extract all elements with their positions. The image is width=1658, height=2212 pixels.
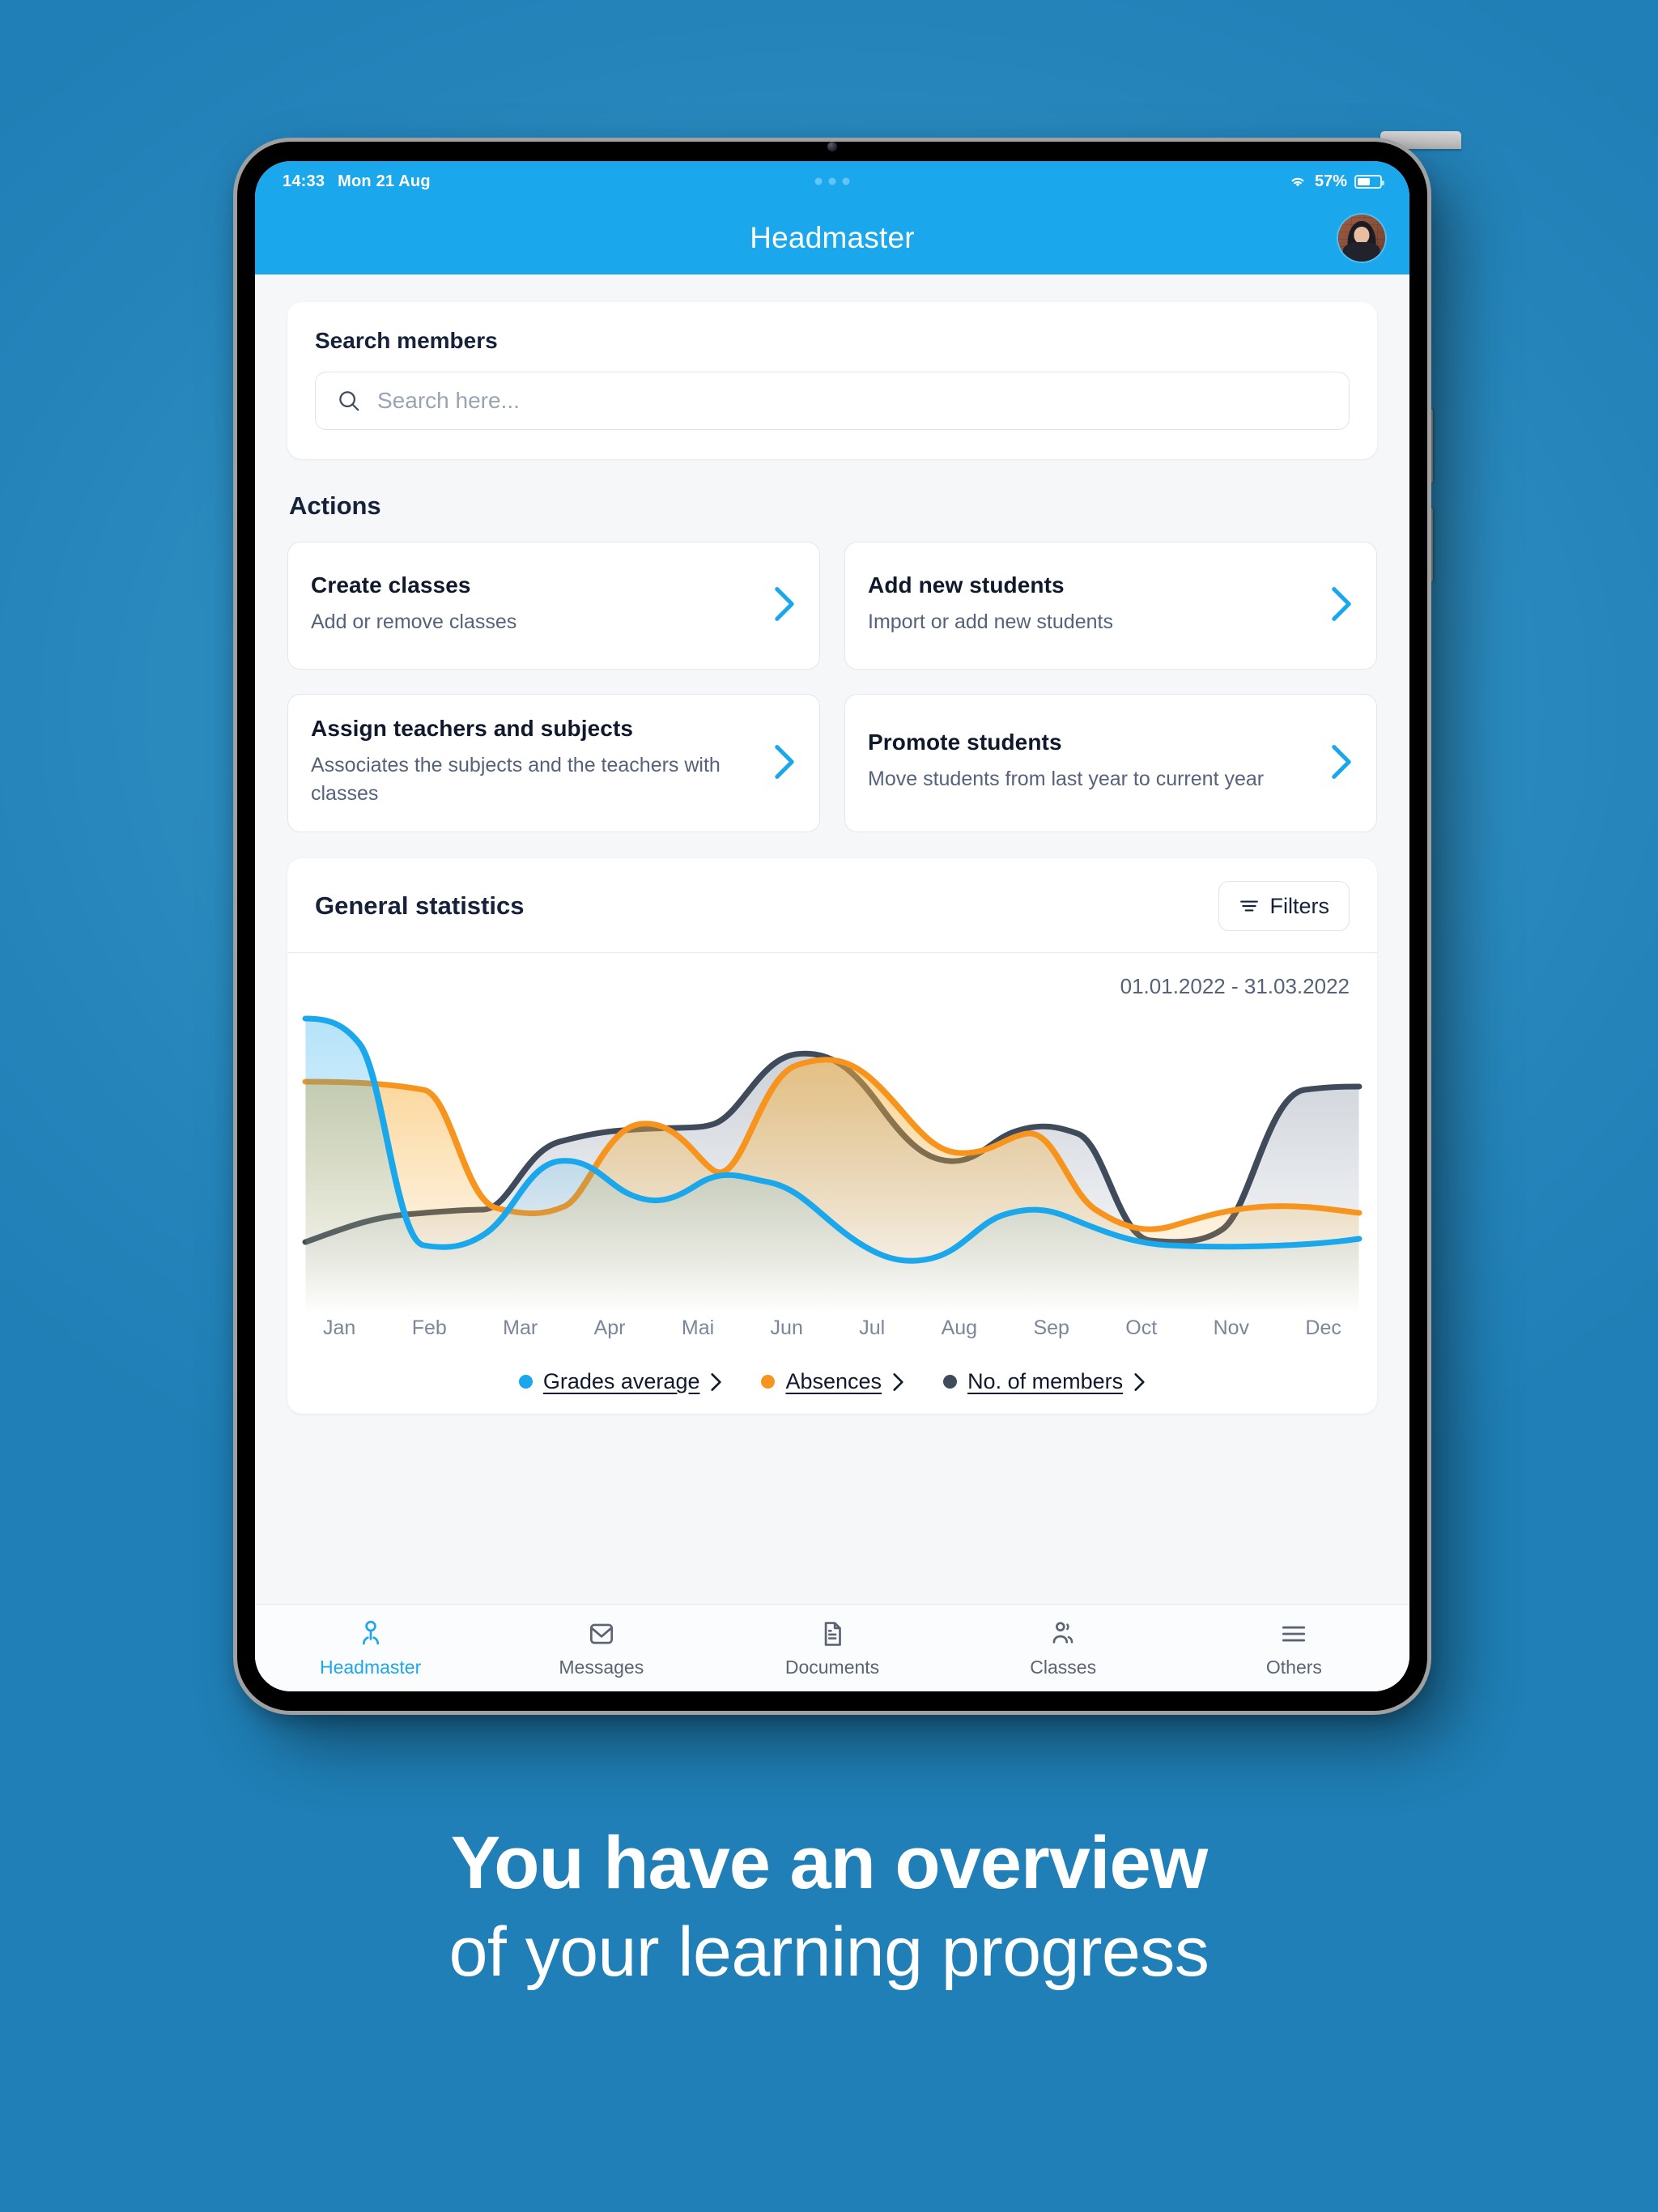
envelope-icon (589, 1623, 613, 1644)
general-statistics-card: General statistics Filters 01.01.2022 - … (287, 858, 1377, 1414)
statistics-chart[interactable] (287, 1006, 1377, 1313)
chevron-right-icon (1134, 1372, 1145, 1391)
status-bar-right: 57% (1288, 172, 1384, 191)
tab-classes[interactable]: Classes (948, 1619, 1179, 1678)
page-title: Headmaster (750, 221, 915, 254)
legend-label: No. of members (967, 1369, 1124, 1393)
search-box[interactable] (315, 372, 1350, 430)
filters-button-label: Filters (1269, 893, 1330, 918)
search-input[interactable] (377, 388, 1328, 414)
search-card: Search members (287, 302, 1377, 459)
legend-color-dot (761, 1375, 776, 1389)
avatar[interactable] (1338, 215, 1385, 262)
x-tick: Mar (503, 1317, 538, 1339)
person-headmaster-icon (362, 1620, 379, 1644)
filter-icon (1239, 900, 1258, 912)
chevron-right-icon (775, 587, 794, 621)
x-tick: Feb (411, 1317, 447, 1339)
x-tick: Dec (1305, 1317, 1341, 1339)
x-tick: Apr (593, 1317, 626, 1339)
people-group-icon (1052, 1621, 1073, 1644)
legend-color-dot (518, 1375, 533, 1389)
chevron-right-icon (1332, 587, 1351, 621)
tab-label: Classes (1030, 1656, 1097, 1678)
hamburger-menu-icon (1282, 1626, 1306, 1641)
x-tick: Mai (681, 1317, 715, 1339)
action-card-assign-teachers-and-subjects[interactable]: Assign teachers and subjects Associates … (287, 694, 820, 832)
actions-grid: Create classes Add or remove classes Add… (287, 542, 1377, 832)
legend-item-grades-average[interactable]: Grades average (518, 1369, 723, 1394)
tab-label: Headmaster (319, 1656, 422, 1678)
search-icon (339, 391, 359, 411)
search-label: Search members (315, 328, 498, 353)
chevron-right-icon (893, 1372, 903, 1391)
x-tick: Sep (1033, 1317, 1069, 1339)
action-card-promote-students[interactable]: Promote students Move students from last… (844, 694, 1377, 832)
tab-headmaster[interactable]: Headmaster (255, 1619, 486, 1678)
action-subtitle: Import or add new students (868, 610, 1113, 633)
actions-section-title: Actions (289, 491, 381, 520)
tablet-bezel: 14:33 Mon 21 Aug 57% Headmaster Search m… (237, 142, 1427, 1711)
tab-label: Messages (559, 1656, 644, 1678)
action-subtitle: Move students from last year to current … (868, 768, 1265, 791)
x-tick: Jan (323, 1317, 356, 1339)
chevron-right-icon (775, 744, 794, 779)
action-card-create-classes[interactable]: Create classes Add or remove classes (287, 542, 820, 670)
volume-down-button[interactable] (1426, 508, 1433, 582)
caption-line-2: of your learning progress (449, 1913, 1209, 1992)
legend-color-dot (943, 1375, 958, 1389)
chart-x-axis: Jan Feb Mar Apr Mai Jun Jul Aug Sep Oct … (287, 1313, 1377, 1340)
legend-item-absences[interactable]: Absences (761, 1369, 904, 1394)
filters-button[interactable]: Filters (1218, 881, 1350, 931)
bottom-tab-bar: Headmaster Messages Documents Classes Ot… (255, 1604, 1409, 1691)
status-time: 14:33 (283, 172, 325, 190)
statistics-date-range: 01.01.2022 - 31.03.2022 (1120, 974, 1350, 998)
status-dot (842, 177, 850, 185)
x-tick: Jul (859, 1317, 886, 1339)
tab-documents[interactable]: Documents (716, 1619, 947, 1678)
document-icon (824, 1621, 841, 1646)
chart-legend: Grades average Absences No. of members (287, 1369, 1377, 1394)
status-dots (814, 177, 850, 185)
legend-item-no-of-members[interactable]: No. of members (943, 1369, 1146, 1394)
status-dot (828, 177, 836, 185)
action-title: Create classes (311, 572, 471, 598)
marketing-caption: You have an overview of your learning pr… (0, 1822, 1658, 1994)
action-title: Add new students (868, 572, 1065, 598)
front-camera-icon (827, 142, 837, 151)
tab-others[interactable]: Others (1179, 1619, 1409, 1678)
action-subtitle: Add or remove classes (311, 610, 517, 633)
action-title: Promote students (868, 730, 1062, 755)
action-subtitle: Associates the subjects and the teachers… (311, 754, 721, 805)
app-header: Headmaster (255, 202, 1409, 274)
action-title: Assign teachers and subjects (311, 716, 634, 741)
wifi-icon (1291, 177, 1304, 187)
x-tick: Nov (1213, 1317, 1250, 1339)
status-dot (814, 177, 823, 185)
tab-messages[interactable]: Messages (486, 1619, 716, 1678)
status-bar-left: 14:33 Mon 21 Aug (283, 172, 431, 191)
status-date: Mon 21 Aug (338, 172, 431, 190)
chevron-right-icon (711, 1372, 722, 1391)
status-bar: 14:33 Mon 21 Aug 57% (255, 161, 1409, 202)
tab-label: Others (1265, 1656, 1322, 1678)
statistics-title: General statistics (315, 891, 525, 920)
legend-label: Absences (785, 1369, 882, 1393)
statistics-header: General statistics Filters (287, 881, 1377, 953)
action-card-add-new-students[interactable]: Add new students Import or add new stude… (844, 542, 1377, 670)
tab-label: Documents (784, 1656, 880, 1678)
tablet-device: 14:33 Mon 21 Aug 57% Headmaster Search m… (237, 131, 1461, 1711)
x-tick: Aug (941, 1317, 978, 1339)
x-tick: Oct (1125, 1317, 1158, 1339)
caption-line-1: You have an overview (450, 1822, 1208, 1904)
legend-label: Grades average (542, 1369, 700, 1393)
battery-icon (1354, 174, 1384, 189)
battery-percent-label: 57% (1314, 172, 1347, 190)
main-content: Search members Actions Create cla (255, 274, 1409, 1604)
volume-up-button[interactable] (1426, 409, 1433, 483)
tablet-screen: 14:33 Mon 21 Aug 57% Headmaster Search m… (255, 161, 1409, 1691)
chart-svg (302, 1015, 1363, 1313)
chevron-right-icon (1332, 744, 1351, 779)
x-tick: Jun (770, 1317, 803, 1339)
